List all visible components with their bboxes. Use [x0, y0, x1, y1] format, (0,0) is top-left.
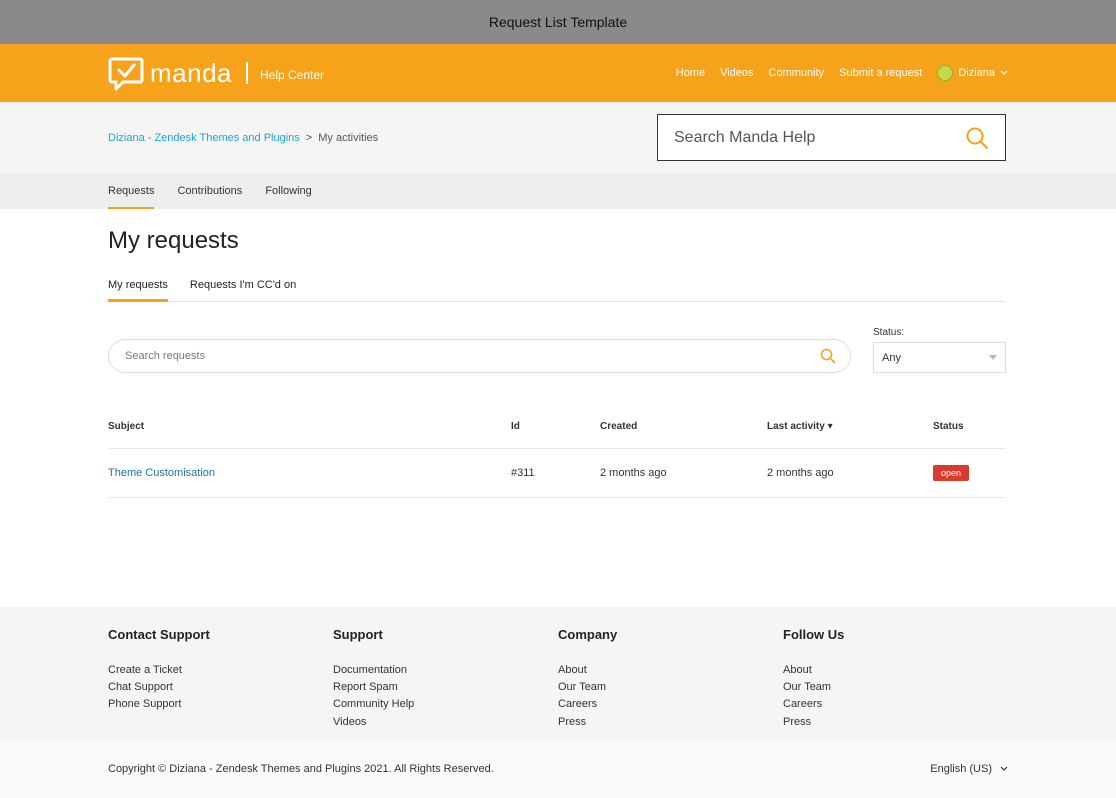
request-subtabs: My requests Requests I'm CC'd on	[108, 279, 1006, 302]
footer-column-contact: Contact Support Create a Ticket Chat Sup…	[108, 627, 333, 731]
request-filters: Status: Any	[108, 327, 1006, 373]
column-header-created[interactable]: Created	[600, 413, 767, 449]
footer-link[interactable]: About	[783, 662, 1008, 679]
main-content: My requests My requests Requests I'm CC'…	[0, 227, 1116, 498]
breadcrumb: Diziana - Zendesk Themes and Plugins > M…	[108, 132, 378, 144]
footer-link[interactable]: Create a Ticket	[108, 662, 333, 679]
status-badge: open	[933, 465, 970, 481]
avatar	[937, 65, 954, 81]
footer-heading: Contact Support	[108, 627, 210, 642]
footer-link[interactable]: Press	[783, 714, 1008, 731]
help-search-input[interactable]	[674, 128, 934, 147]
footer-link[interactable]: Careers	[558, 696, 783, 713]
user-menu[interactable]: Diziana	[937, 65, 1008, 81]
table-header-row: Subject Id Created Last activity ▾ Statu…	[108, 413, 1006, 449]
request-last-activity: 2 months ago	[767, 448, 933, 498]
footer-heading: Support	[333, 627, 383, 642]
subtab-cc-requests[interactable]: Requests I'm CC'd on	[190, 279, 296, 301]
nav-home[interactable]: Home	[676, 67, 705, 79]
footer-heading: Follow Us	[783, 627, 845, 642]
column-header-id[interactable]: Id	[511, 413, 600, 449]
table-row: Theme Customisation #311 2 months ago 2 …	[108, 448, 1006, 498]
brand-subtitle: Help Center	[260, 68, 325, 82]
user-name: Diziana	[958, 67, 995, 79]
footer-link[interactable]: Press	[558, 714, 783, 731]
footer-column-support: Support Documentation Report Spam Commun…	[333, 627, 558, 731]
status-select-value: Any	[882, 351, 901, 364]
window-title: Request List Template	[488, 14, 628, 30]
footer-link[interactable]: Videos	[333, 714, 558, 731]
help-search-box	[657, 114, 1006, 161]
requests-table: Subject Id Created Last activity ▾ Statu…	[108, 413, 1006, 498]
footer-link[interactable]: Community Help	[333, 696, 558, 713]
footer-bottom-bar: Copyright © Diziana - Zendesk Themes and…	[0, 740, 1116, 798]
activity-tabs: Requests Contributions Following	[0, 173, 1116, 209]
footer-link[interactable]: Our Team	[783, 679, 1008, 696]
language-label: English (US)	[930, 763, 992, 775]
brand-divider	[246, 62, 248, 84]
status-label: Status:	[873, 327, 905, 338]
request-search-box	[108, 339, 851, 373]
tab-following[interactable]: Following	[265, 173, 311, 209]
request-status-cell: open	[933, 448, 1006, 498]
footer-link[interactable]: Chat Support	[108, 679, 333, 696]
search-icon[interactable]	[820, 348, 836, 364]
footer-columns: Contact Support Create a Ticket Chat Sup…	[0, 607, 1116, 731]
language-selector[interactable]: English (US)	[930, 763, 1008, 775]
tab-requests[interactable]: Requests	[108, 173, 155, 209]
footer-link[interactable]: Phone Support	[108, 696, 333, 713]
nav-videos[interactable]: Videos	[720, 67, 753, 79]
site-header: manda Help Center Home Videos Community …	[0, 44, 1116, 102]
nav-community[interactable]: Community	[769, 67, 825, 79]
breadcrumb-current: My activities	[318, 131, 379, 144]
breadcrumb-bar: Diziana - Zendesk Themes and Plugins > M…	[0, 102, 1116, 173]
brand-logo[interactable]: manda Help Center	[108, 56, 325, 91]
footer-heading: Company	[558, 627, 618, 642]
subtab-my-requests[interactable]: My requests	[108, 279, 168, 302]
chevron-down-icon	[1000, 766, 1008, 771]
search-icon[interactable]	[965, 126, 989, 150]
tab-contributions[interactable]: Contributions	[177, 173, 242, 209]
copyright-text: Copyright © Diziana - Zendesk Themes and…	[108, 763, 494, 775]
page-title: My requests	[108, 227, 239, 254]
nav-submit-request[interactable]: Submit a request	[839, 67, 922, 79]
status-select[interactable]: Any	[873, 342, 1006, 373]
footer-link[interactable]: Documentation	[333, 662, 558, 679]
column-header-subject[interactable]: Subject	[108, 413, 511, 449]
caret-down-icon	[989, 355, 997, 360]
brand-name: manda	[150, 57, 232, 88]
request-subject-link[interactable]: Theme Customisation	[108, 448, 511, 498]
site-footer: Contact Support Create a Ticket Chat Sup…	[0, 607, 1116, 798]
request-search-input[interactable]	[125, 350, 725, 362]
column-header-last-activity[interactable]: Last activity ▾	[767, 413, 933, 449]
request-id: #311	[511, 448, 600, 498]
footer-link[interactable]: Our Team	[558, 679, 783, 696]
chat-check-logo-icon	[108, 56, 144, 91]
window-title-bar: Request List Template	[0, 0, 1116, 44]
footer-link[interactable]: Report Spam	[333, 679, 558, 696]
footer-column-company: Company About Our Team Careers Press	[558, 627, 783, 731]
column-header-status[interactable]: Status	[933, 413, 1006, 449]
top-nav: Home Videos Community Submit a request D…	[676, 65, 1008, 81]
footer-link[interactable]: About	[558, 662, 783, 679]
breadcrumb-root-link[interactable]: Diziana - Zendesk Themes and Plugins	[108, 132, 300, 144]
request-created: 2 months ago	[600, 448, 767, 498]
footer-link[interactable]: Careers	[783, 696, 1008, 713]
breadcrumb-separator: >	[305, 131, 313, 144]
status-filter: Status: Any	[873, 327, 1006, 373]
chevron-down-icon	[1000, 70, 1008, 75]
footer-column-follow: Follow Us About Our Team Careers Press	[783, 627, 1008, 731]
